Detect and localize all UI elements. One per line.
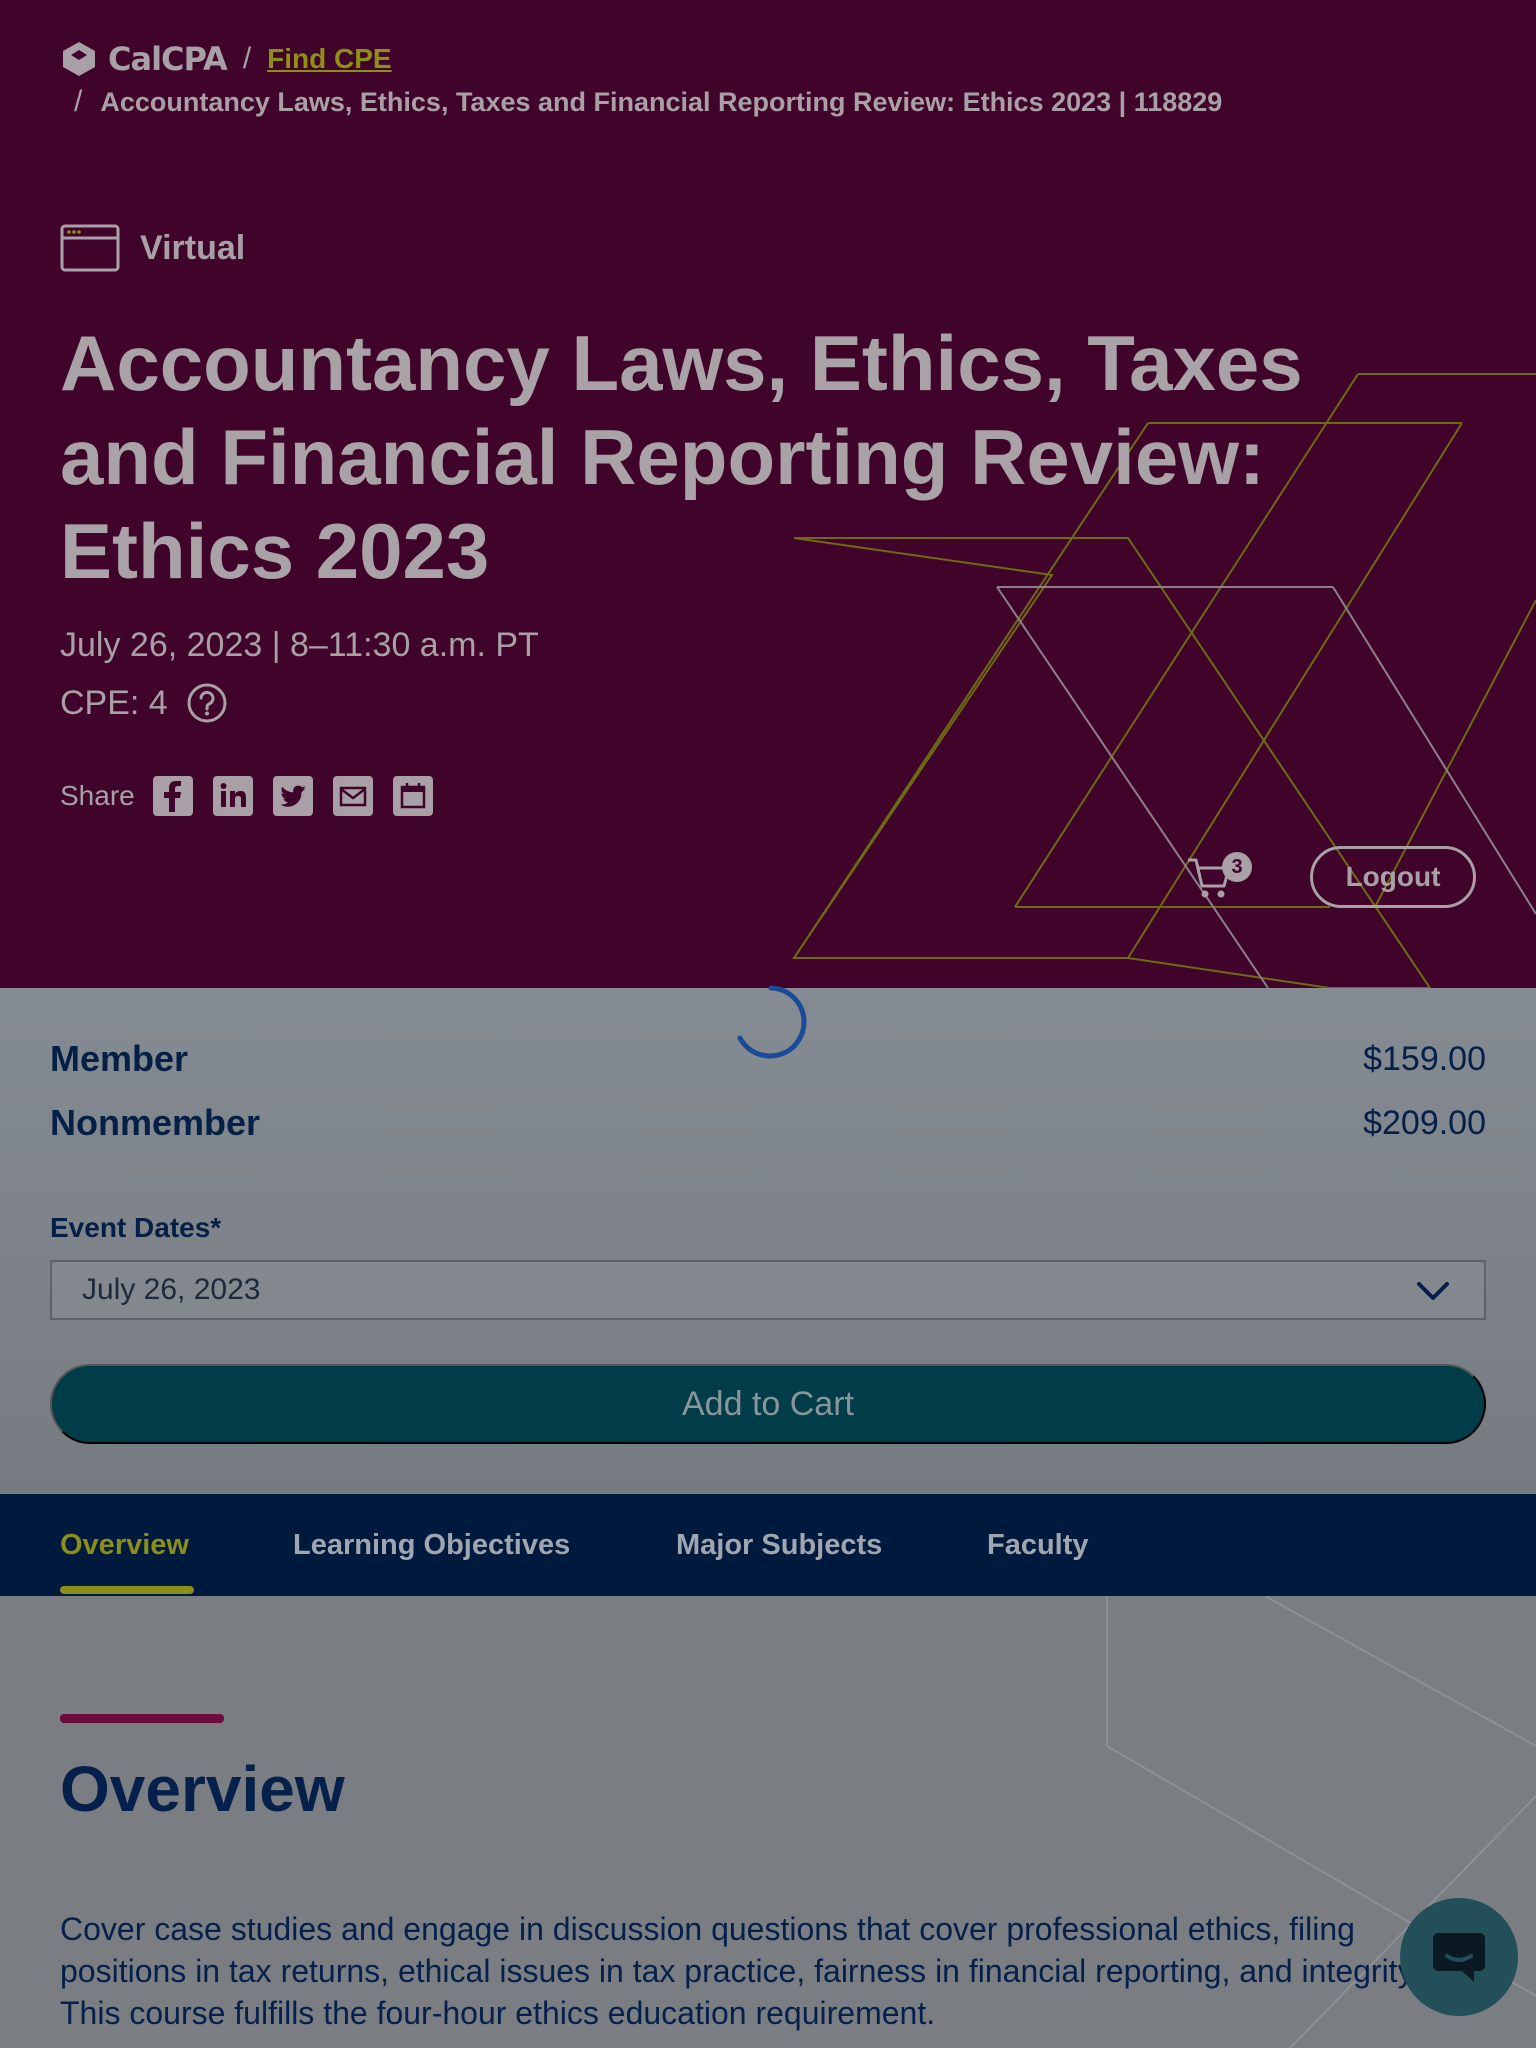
cart-button[interactable]: 3 — [1186, 852, 1252, 904]
facebook-icon[interactable] — [152, 776, 193, 816]
nonmember-price-row: Nonmember $209.00 — [50, 1102, 1486, 1144]
chat-button[interactable] — [1400, 1898, 1518, 2016]
member-price: $159.00 — [1363, 1039, 1486, 1078]
tab-major-subjects[interactable]: Major Subjects — [676, 1494, 882, 1596]
twitter-icon[interactable] — [272, 776, 313, 816]
cpe-credits: CPE: 4 — [60, 682, 228, 724]
logout-button[interactable]: Logout — [1310, 846, 1476, 908]
calcpa-logo-icon[interactable] — [60, 40, 98, 78]
breadcrumb-separator: / — [74, 85, 83, 118]
course-date: July 26, 2023 | 8–11:30 a.m. PT — [60, 626, 539, 664]
member-label: Member — [50, 1038, 189, 1079]
linkedin-icon[interactable] — [212, 776, 253, 816]
event-dates-label: Event Dates* — [50, 1212, 222, 1243]
chevron-down-icon — [1417, 1282, 1449, 1300]
browser-window-icon — [60, 224, 120, 272]
chat-bubble-icon — [1433, 1933, 1485, 1982]
share-label: Share — [60, 780, 135, 811]
calendar-icon[interactable] — [392, 776, 433, 816]
calcpa-logo-text[interactable]: CalCPA — [108, 40, 228, 78]
section-accent-bar — [60, 1714, 224, 1723]
cpe-label: CPE: 4 — [60, 683, 168, 722]
nonmember-label: Nonmember — [50, 1102, 261, 1143]
email-icon[interactable] — [332, 776, 373, 816]
tab-overview[interactable]: Overview — [60, 1494, 189, 1596]
breadcrumb-separator: / — [242, 42, 252, 75]
course-hero: CalCPA / Find CPE / Accountancy Laws, Et… — [0, 0, 1536, 988]
course-format: Virtual — [60, 224, 245, 272]
cart-count-badge: 3 — [1222, 852, 1252, 882]
overview-heading: Overview — [60, 1753, 345, 1825]
tab-learning-objectives[interactable]: Learning Objectives — [293, 1494, 570, 1596]
course-title: Accountancy Laws, Ethics, Taxes and Fina… — [60, 319, 1303, 595]
active-tab-indicator — [60, 1586, 194, 1594]
add-to-cart-button[interactable]: Add to Cart — [50, 1364, 1486, 1444]
nonmember-price: $209.00 — [1363, 1103, 1486, 1142]
breadcrumb: CalCPA / Find CPE / Accountancy Laws, Et… — [60, 40, 1222, 120]
tab-faculty[interactable]: Faculty — [987, 1494, 1089, 1596]
share-bar: Share — [60, 776, 453, 816]
question-circle-icon[interactable] — [186, 682, 228, 724]
breadcrumb-current: Accountancy Laws, Ethics, Taxes and Fina… — [100, 86, 1223, 117]
member-price-row: Member $159.00 — [50, 1038, 1486, 1080]
find-cpe-link[interactable]: Find CPE — [267, 43, 391, 75]
event-dates-value: July 26, 2023 — [82, 1273, 261, 1306]
format-label: Virtual — [140, 228, 246, 267]
overview-description: Cover case studies and engage in discuss… — [60, 1911, 1421, 2031]
event-dates-select[interactable]: July 26, 2023 — [50, 1260, 1486, 1320]
course-tabs: Overview Learning Objectives Major Subje… — [0, 1494, 1536, 1596]
